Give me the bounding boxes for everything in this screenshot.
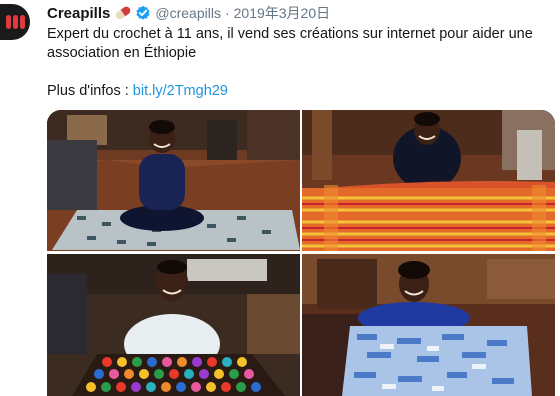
tweet-text: Expert du crochet à 11 ans, il vend ses … <box>47 25 555 101</box>
media-photo-4[interactable] <box>302 254 555 396</box>
more-info-line: Plus d'infos : bit.ly/2Tmgh29 <box>47 82 555 101</box>
separator-dot: · <box>224 5 230 21</box>
display-name[interactable]: Creapills <box>47 5 110 22</box>
tweet-link[interactable]: bit.ly/2Tmgh29 <box>133 83 228 99</box>
user-handle[interactable]: @creapills <box>155 5 221 21</box>
media-photo-1[interactable] <box>47 110 300 251</box>
avatar[interactable] <box>0 4 30 40</box>
media-photo-2[interactable] <box>302 110 555 251</box>
verified-badge-icon <box>135 5 151 21</box>
tweet-card[interactable]: Creapills @creapills · 2019年3月20日 Expert… <box>0 0 560 396</box>
media-grid <box>47 110 555 396</box>
pill-shape <box>13 15 18 29</box>
pill-shape <box>6 15 11 29</box>
tweet-header: Creapills @creapills · 2019年3月20日 <box>47 3 330 23</box>
tweet-date[interactable]: 2019年3月20日 <box>234 3 331 23</box>
pill-emoji-icon <box>114 5 133 21</box>
tweet-text-line: association en Éthiopie <box>47 45 197 61</box>
media-photo-3[interactable] <box>47 254 300 396</box>
pill-shape <box>20 15 25 29</box>
more-info-label: Plus d'infos : <box>47 83 133 99</box>
tweet-text-line: Expert du crochet à 11 ans, il vend ses … <box>47 26 533 42</box>
